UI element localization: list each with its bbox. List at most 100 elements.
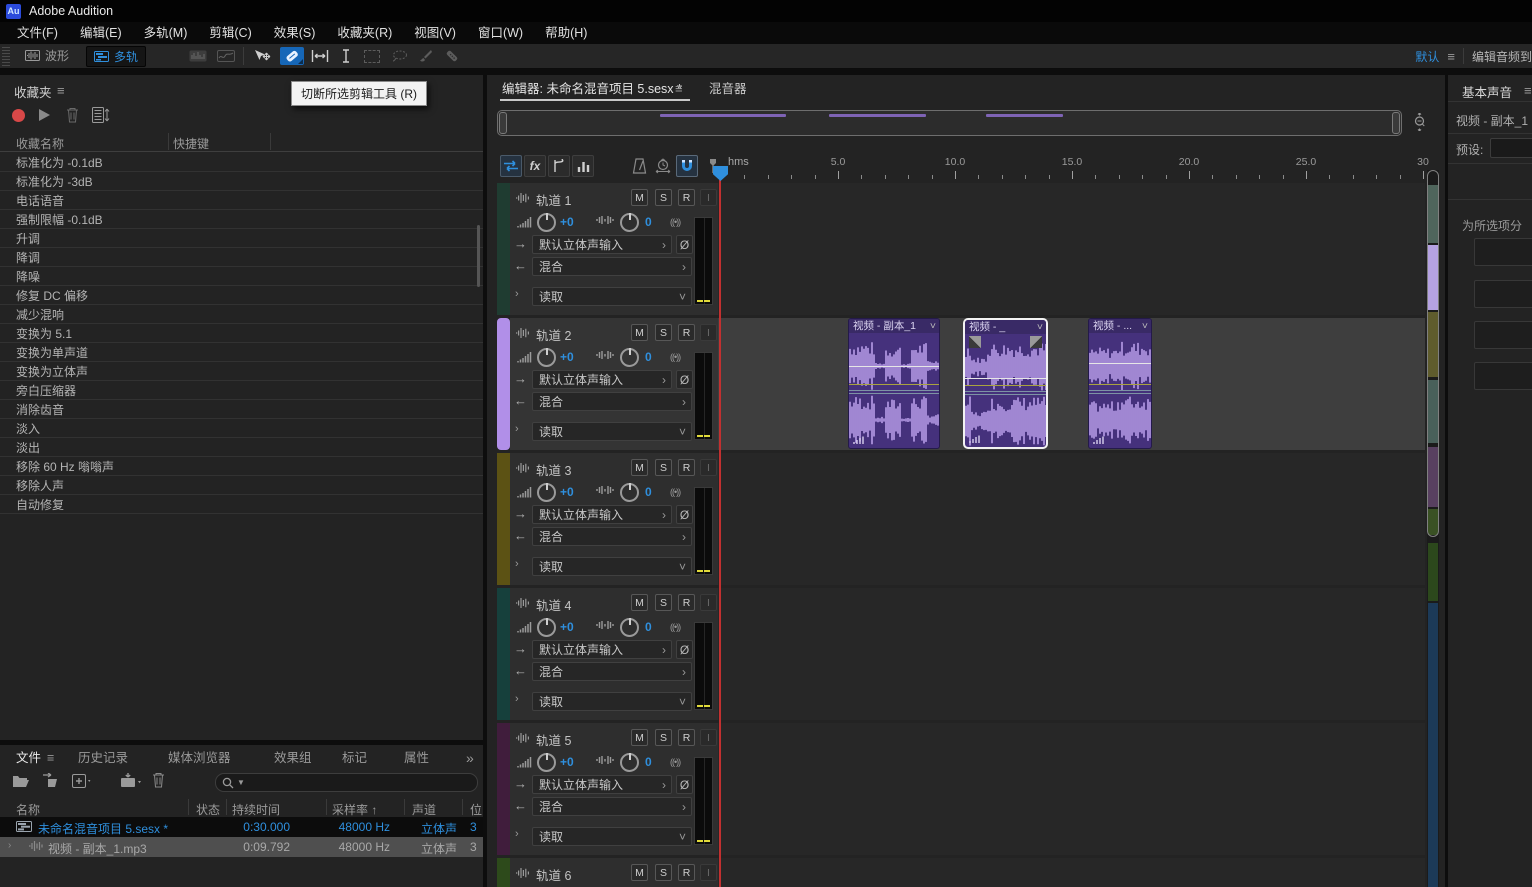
column-divider[interactable] [326, 799, 327, 815]
tab-mixer[interactable]: 混音器 [709, 79, 747, 99]
track-color-strip[interactable] [497, 453, 510, 585]
files-column-5[interactable]: 声道 [412, 801, 436, 818]
volume-envelope-line[interactable] [965, 378, 1046, 379]
files-column-1[interactable]: 名称 [16, 801, 40, 818]
delete-favorite-icon[interactable] [66, 107, 79, 123]
expand-automation-icon[interactable]: › [515, 423, 519, 435]
clip-header[interactable]: 视频 - ...˅ [1089, 319, 1151, 333]
track-record-button[interactable]: R [678, 324, 695, 341]
menu-item-8[interactable]: 窗口(W) [467, 22, 534, 44]
pan-knob[interactable] [620, 618, 639, 637]
track-name[interactable]: 轨道 6 [536, 865, 571, 884]
overview-navigator[interactable] [497, 110, 1402, 136]
slip-tool-icon[interactable] [308, 47, 332, 65]
files-column-2[interactable]: 状态 [196, 801, 220, 818]
track-input-dropdown[interactable]: 默认立体声输入› [532, 640, 672, 659]
column-divider[interactable] [462, 799, 463, 815]
track-input-dropdown[interactable]: 默认立体声输入› [532, 505, 672, 524]
files-search-input[interactable]: ▼ [215, 773, 478, 792]
track-output-dropdown[interactable]: 混合› [532, 797, 692, 816]
multitrack-view-button[interactable]: 多轨 [86, 46, 146, 67]
play-favorite-button[interactable] [39, 109, 50, 121]
phase-invert-button[interactable]: Ø [676, 640, 693, 659]
razor-tool-icon[interactable] [280, 47, 304, 65]
track-mute-button[interactable]: M [631, 324, 648, 341]
clip-gain-icon[interactable] [1093, 436, 1104, 444]
favorites-row[interactable]: 标准化为 -3dB [0, 171, 483, 191]
favorites-row[interactable]: 升调 [0, 228, 483, 248]
menu-item-9[interactable]: 帮助(H) [534, 22, 598, 44]
record-favorite-button[interactable] [12, 109, 25, 122]
time-selection-tool-icon[interactable] [334, 47, 358, 65]
expand-chevron-icon[interactable]: › [8, 840, 11, 851]
pan-value[interactable]: 0 [645, 485, 652, 499]
open-file-icon[interactable] [12, 774, 30, 788]
clip-gain-icon[interactable] [853, 436, 864, 444]
track-solo-button[interactable]: S [655, 459, 672, 476]
favorites-row[interactable]: 变换为 5.1 [0, 323, 483, 343]
pan-knob[interactable] [620, 753, 639, 772]
track-record-button[interactable]: R [678, 594, 695, 611]
track-name[interactable]: 轨道 5 [536, 730, 571, 749]
metering-icon[interactable] [572, 155, 594, 177]
vertical-scrollbar-handle[interactable] [1427, 170, 1439, 537]
track-monitor_input-button[interactable]: I [700, 324, 717, 341]
menu-item-1[interactable]: 文件(F) [6, 22, 69, 44]
assign-type-button-4[interactable] [1474, 362, 1532, 390]
phase-invert-button[interactable]: Ø [676, 775, 693, 794]
volume-envelope-line[interactable] [849, 366, 939, 367]
fade-in-handle[interactable] [969, 336, 981, 348]
track-header[interactable]: 轨道 1MSRI+00((•))→默认立体声输入›Ø←混合››读取˅ [510, 183, 718, 315]
favorites-row[interactable]: 降噪 [0, 266, 483, 286]
volume-knob[interactable] [537, 213, 556, 232]
zoom-navigator-icon[interactable] [1412, 113, 1427, 131]
tab-files-2[interactable]: 历史记录 [78, 748, 128, 768]
input-monitor-icon[interactable]: ((•)) [670, 352, 680, 362]
save-export-icon[interactable] [120, 773, 142, 788]
preset-dropdown[interactable] [1490, 138, 1532, 158]
files-column-4[interactable]: 采样率 ↑ [332, 801, 377, 818]
pan-value[interactable]: 0 [645, 215, 652, 229]
track-monitor_input-button[interactable]: I [700, 594, 717, 611]
track-solo-button[interactable]: S [655, 729, 672, 746]
column-divider[interactable] [168, 133, 169, 150]
favorites-panel-menu-icon[interactable]: ≡ [57, 83, 65, 98]
track-record-button[interactable]: R [678, 729, 695, 746]
phase-invert-button[interactable]: Ø [676, 505, 693, 524]
essential-sound-menu-icon[interactable]: ≡ [1524, 83, 1532, 98]
track-color-strip[interactable] [497, 588, 510, 720]
expand-automation-icon[interactable]: › [515, 828, 519, 840]
track-lane[interactable] [718, 588, 1425, 720]
track-header[interactable]: 轨道 4MSRI+00((•))→默认立体声输入›Ø←混合››读取˅ [510, 588, 718, 720]
track-solo-button[interactable]: S [655, 594, 672, 611]
track-name[interactable]: 轨道 3 [536, 460, 571, 479]
favorites-row[interactable]: 变换为立体声 [0, 361, 483, 381]
volume-value[interactable]: +0 [560, 755, 574, 769]
tab-files-4[interactable]: 效果组 [274, 748, 312, 768]
pan-value[interactable]: 0 [645, 620, 652, 634]
marquee-selection-tool-icon[interactable] [360, 47, 384, 65]
volume-knob[interactable] [537, 618, 556, 637]
favorites-row[interactable]: 变换为单声道 [0, 342, 483, 362]
favorites-row[interactable]: 电话语音 [0, 190, 483, 210]
tab-files-6[interactable]: 属性 [404, 748, 429, 768]
fade-out-handle[interactable] [1030, 336, 1042, 348]
pan-knob[interactable] [620, 483, 639, 502]
automation-mode-dropdown[interactable]: 读取˅ [532, 422, 692, 441]
track-monitor_input-button[interactable]: I [700, 729, 717, 746]
track-lane[interactable] [718, 453, 1425, 585]
menu-item-4[interactable]: 剪辑(C) [198, 22, 262, 44]
phase-invert-button[interactable]: Ø [676, 235, 693, 254]
track-monitor_input-button[interactable]: I [700, 864, 717, 881]
track-mute-button[interactable]: M [631, 459, 648, 476]
pan-value[interactable]: 0 [645, 755, 652, 769]
track-name[interactable]: 轨道 1 [536, 190, 571, 209]
column-divider[interactable] [270, 133, 271, 150]
favorites-row[interactable]: 自动修复 [0, 494, 483, 514]
pan-envelope-line[interactable] [1089, 384, 1151, 385]
track-header[interactable]: 轨道 3MSRI+00((•))→默认立体声输入›Ø←混合››读取˅ [510, 453, 718, 585]
phase-invert-button[interactable]: Ø [676, 370, 693, 389]
track-monitor_input-button[interactable]: I [700, 189, 717, 206]
track-header[interactable]: 轨道 6MSRI+00((•))→默认立体声输入›Ø←混合››读取˅ [510, 858, 718, 887]
track-output-dropdown[interactable]: 混合› [532, 527, 692, 546]
